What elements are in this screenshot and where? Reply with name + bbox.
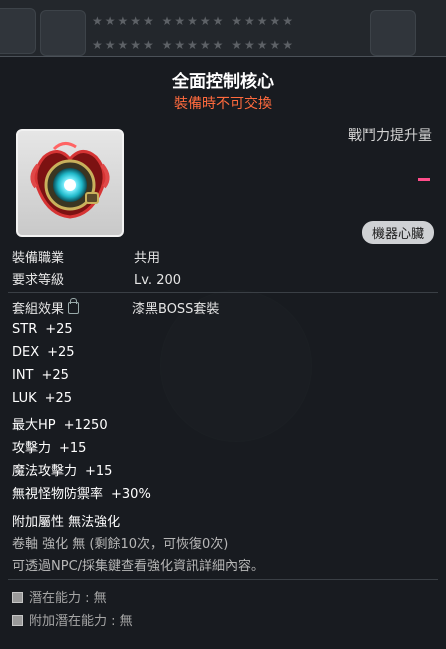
- stat-value: +15: [85, 464, 113, 479]
- stat-name: 攻擊力: [12, 441, 52, 456]
- requirement-value: Lv. 200: [134, 273, 182, 288]
- background-slot: [0, 8, 36, 54]
- background-star-row: ★★★★★ ★★★★★ ★★★★★: [92, 14, 295, 28]
- stat-row: 魔法攻擊力 +15: [12, 460, 112, 479]
- requirement-key: 裝備職業: [12, 251, 65, 266]
- additional-potential-row: 附加潛在能力 : 無: [12, 610, 133, 629]
- divider: [8, 292, 438, 293]
- stat-name: STR: [12, 322, 38, 337]
- stat-row: 最大HP +1250: [12, 414, 108, 433]
- stat-value: +15: [59, 441, 87, 456]
- item-icon-frame: [16, 129, 124, 237]
- stat-row: LUK +25: [12, 391, 72, 406]
- additional-potential-icon: [12, 615, 23, 626]
- potential-label: 潛在能力: [29, 591, 82, 606]
- background-star-row: ★★★★★ ★★★★★ ★★★★★: [92, 38, 295, 52]
- item-category-badge: 機器心臟: [361, 221, 434, 244]
- item-tooltip: 全面控制核心 裝備時不可交換 戰鬥力提升量 機器心臟 裝備職業共用 要求等級 L…: [0, 56, 446, 649]
- stat-value: +25: [47, 345, 75, 360]
- stat-row: INT +25: [12, 368, 69, 383]
- stat-value: +25: [44, 391, 73, 406]
- control-core-heart-icon: [30, 142, 110, 219]
- set-effect-label: 套組效果: [12, 302, 65, 317]
- stat-name: 魔法攻擊力: [12, 464, 78, 479]
- scroll-upgrade-line: 卷軸 強化 無 (剩餘10次，可恢復0次): [12, 537, 229, 552]
- background-slot: [40, 10, 86, 56]
- potential-row: 潛在能力 : 無: [12, 587, 107, 606]
- stat-row: DEX +25: [12, 345, 75, 360]
- background-slot: [370, 10, 416, 56]
- stat-value: +1250: [63, 418, 108, 433]
- stat-row: 攻擊力 +15: [12, 437, 86, 456]
- requirement-row: 裝備職業 共用: [12, 247, 160, 266]
- stat-value: +25: [41, 368, 69, 383]
- additional-potential-label: 附加潛在能力: [29, 614, 108, 629]
- stat-name: LUK: [12, 391, 37, 406]
- power-increase-label: 戰鬥力提升量: [348, 128, 432, 144]
- requirement-key: 要求等級: [12, 273, 65, 288]
- divider: [8, 579, 438, 580]
- npc-hint: 可透過NPC/採集鍵查看強化資訊詳細內容。: [12, 559, 265, 574]
- extra-attribute: 附加屬性 無法強化: [12, 515, 121, 530]
- potential-icon: [12, 592, 23, 603]
- lock-icon: [68, 298, 80, 314]
- stat-value: +30%: [111, 487, 151, 502]
- set-effect-row[interactable]: 套組效果 漆黑BOSS套裝: [12, 298, 219, 317]
- additional-potential-value: 無: [119, 614, 133, 629]
- potential-value: 無: [93, 591, 107, 606]
- stat-row: STR +25: [12, 322, 73, 337]
- stat-row: 無視怪物防禦率 +30%: [12, 483, 151, 502]
- set-name: 漆黑BOSS套裝: [132, 302, 220, 317]
- stat-name: DEX: [12, 345, 40, 360]
- trade-restriction: 裝備時不可交換: [174, 96, 272, 112]
- requirement-row: 要求等級 Lv. 200: [12, 269, 181, 288]
- power-change-marker: [418, 178, 430, 181]
- stat-name: 最大HP: [12, 418, 56, 433]
- item-name: 全面控制核心: [172, 72, 274, 92]
- stat-name: 無視怪物防禦率: [12, 487, 104, 502]
- stat-value: +25: [45, 322, 73, 337]
- requirement-value: 共用: [134, 251, 161, 266]
- stat-name: INT: [12, 368, 34, 383]
